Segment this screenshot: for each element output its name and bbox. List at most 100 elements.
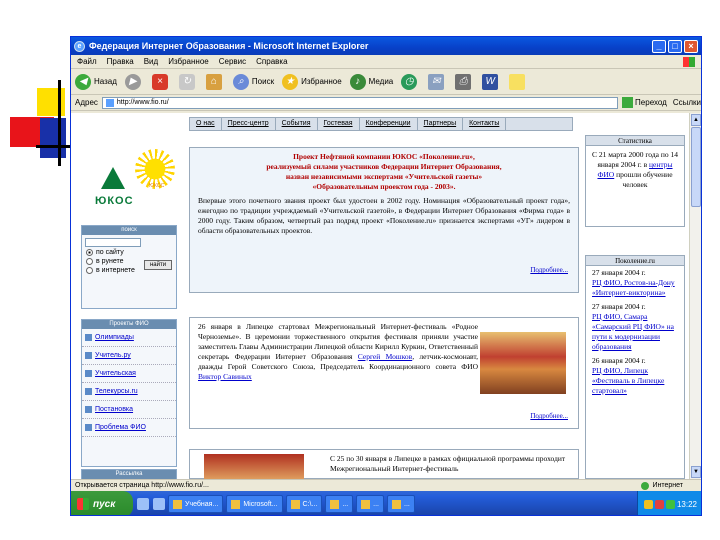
- announcement-more-link[interactable]: Подробнее...: [530, 266, 568, 274]
- taskbar-item[interactable]: ...: [387, 495, 415, 513]
- right-column: Статистика С 21 марта 2000 года по 14 ян…: [585, 113, 687, 479]
- mail-icon: ✉: [428, 73, 445, 90]
- bullet-icon: [85, 334, 92, 341]
- search-label: Поиск: [251, 77, 275, 86]
- person-link[interactable]: Сергей Мошков: [358, 352, 412, 361]
- nav-partners[interactable]: Партнеры: [418, 118, 464, 130]
- event-link[interactable]: РЦ ФИО, Липецк «Фестиваль в Липецке стар…: [592, 366, 664, 395]
- site-logo[interactable]: ЮКОС ЮКОС: [85, 147, 175, 227]
- project-link[interactable]: Проблема ФИО: [82, 419, 176, 437]
- project-link-label: Учитель.ру: [95, 352, 131, 359]
- media-icon: ♪: [349, 73, 366, 90]
- tray-network-icon[interactable]: [665, 499, 675, 509]
- zone-label: Интернет: [652, 482, 683, 489]
- refresh-button[interactable]: ↻: [178, 73, 198, 90]
- refresh-icon: ↻: [178, 73, 195, 90]
- find-button[interactable]: найти: [144, 260, 172, 270]
- project-link-label: Учительская: [95, 370, 136, 377]
- project-link[interactable]: Олимпиады: [82, 329, 176, 347]
- start-button[interactable]: пуск: [71, 491, 133, 515]
- nav-press[interactable]: Пресс-центр: [222, 118, 276, 130]
- left-column: ЮКОС ЮКОС поиск найти по сайту в рунете …: [75, 113, 177, 479]
- project-link[interactable]: Учительская: [82, 365, 176, 383]
- brand-name: ЮКОС: [95, 195, 134, 207]
- taskbar-item[interactable]: Учебная...: [168, 495, 224, 513]
- project-announcement: Проект Нефтяной компании ЮКОС «Поколение…: [189, 147, 579, 293]
- tray-lang-icon[interactable]: [643, 499, 653, 509]
- close-button[interactable]: ×: [684, 39, 698, 53]
- stop-button[interactable]: ×: [151, 73, 171, 90]
- minimize-button[interactable]: _: [652, 39, 666, 53]
- taskbar-item[interactable]: C:\...: [285, 495, 323, 513]
- search-input[interactable]: [85, 238, 141, 247]
- app-icon: [231, 499, 241, 509]
- forward-button[interactable]: ▶: [124, 73, 144, 90]
- announcement-title-line: «Образовательным проектом года - 2003».: [312, 182, 456, 191]
- address-input[interactable]: http://www.fio.ru/: [101, 96, 619, 109]
- vertical-scrollbar[interactable]: ▲ ▼: [689, 113, 701, 479]
- print-button[interactable]: ⎙: [455, 73, 474, 90]
- quicklaunch-ie-icon[interactable]: [137, 498, 149, 510]
- system-tray: 13:22: [636, 491, 701, 515]
- title-bar[interactable]: e Федерация Интернет Образования - Micro…: [71, 37, 701, 55]
- news-photo[interactable]: [204, 454, 304, 479]
- project-link-label: Олимпиады: [95, 334, 134, 341]
- menu-view[interactable]: Вид: [144, 57, 158, 66]
- project-link[interactable]: Постановка: [82, 401, 176, 419]
- nav-about[interactable]: О нас: [190, 118, 222, 130]
- search-icon: ⌕: [232, 73, 249, 90]
- toolbar: ◀ Назад ▶ × ↻ ⌂ ⌕ Поиск ★ Избранное ♪ Медиа …: [71, 69, 701, 95]
- taskbar-item[interactable]: ...: [356, 495, 385, 513]
- news-photo[interactable]: [480, 332, 566, 394]
- announcement-title-line: назван независимыми экспертами «Учительс…: [285, 172, 483, 181]
- menu-help[interactable]: Справка: [256, 57, 287, 66]
- scroll-up-icon[interactable]: ▲: [691, 114, 701, 126]
- scroll-down-icon[interactable]: ▼: [691, 466, 701, 478]
- edit-button[interactable]: W: [482, 73, 501, 90]
- radio-runet-label: в рунете: [96, 258, 124, 265]
- menu-file[interactable]: Файл: [77, 57, 97, 66]
- back-button[interactable]: ◀ Назад: [75, 73, 117, 90]
- go-button[interactable]: Переход: [622, 97, 667, 108]
- home-icon: ⌂: [205, 73, 222, 90]
- nav-guestbook[interactable]: Гостевая: [318, 118, 360, 130]
- event-item: 26 января 2004 г. РЦ ФИО, Липецк «Фестива…: [586, 354, 684, 398]
- scroll-thumb[interactable]: [691, 127, 701, 207]
- taskbar-item[interactable]: ...: [325, 495, 354, 513]
- events-header: Поколение.ru: [586, 256, 684, 266]
- notes-button[interactable]: [509, 73, 528, 90]
- nav-conferences[interactable]: Конференции: [360, 118, 418, 130]
- event-link[interactable]: РЦ ФИО, Самара «Самарский РЦ ФИО» на пут…: [592, 312, 674, 351]
- stats-text-part: прошли обучение: [616, 170, 673, 179]
- menu-edit[interactable]: Правка: [107, 57, 134, 66]
- home-button[interactable]: ⌂: [205, 73, 225, 90]
- links-label[interactable]: Ссылки: [673, 98, 701, 107]
- project-link[interactable]: Телекурсы.ru: [82, 383, 176, 401]
- project-link[interactable]: Учитель.ру: [82, 347, 176, 365]
- media-button[interactable]: ♪ Медиа: [349, 73, 393, 90]
- nav-events[interactable]: События: [276, 118, 318, 130]
- event-item: 27 января 2004 г. РЦ ФИО, Самара «Самарск…: [586, 300, 684, 354]
- quicklaunch-desktop-icon[interactable]: [153, 498, 165, 510]
- menu-favorites[interactable]: Избранное: [168, 57, 209, 66]
- task-label: ...: [404, 500, 410, 508]
- search-button[interactable]: ⌕ Поиск: [232, 73, 275, 90]
- clock[interactable]: 13:22: [677, 500, 697, 509]
- news-more-link[interactable]: Подробнее...: [530, 412, 568, 420]
- favorites-button[interactable]: ★ Избранное: [282, 73, 342, 90]
- nav-contacts[interactable]: Контакты: [463, 118, 507, 130]
- stop-icon: ×: [151, 73, 168, 90]
- search-header: поиск: [82, 226, 176, 235]
- event-link[interactable]: РЦ ФИО, Ростов-на-Дону «Интернет-виктори…: [592, 278, 675, 297]
- taskbar-item[interactable]: Microsoft...: [226, 495, 283, 513]
- tray-antivirus-icon[interactable]: [654, 499, 664, 509]
- radio-site[interactable]: по сайту: [86, 249, 172, 256]
- history-button[interactable]: ◷: [401, 73, 420, 90]
- events-panel: Поколение.ru 27 января 2004 г. РЦ ФИО, Ро…: [585, 255, 685, 479]
- menu-tools[interactable]: Сервис: [219, 57, 246, 66]
- window-title: Федерация Интернет Образования - Microso…: [89, 41, 369, 51]
- mail-button[interactable]: ✉: [428, 73, 447, 90]
- maximize-button[interactable]: □: [668, 39, 682, 53]
- person-link[interactable]: Виктор Савиных: [198, 372, 252, 381]
- back-arrow-icon: ◀: [75, 73, 91, 90]
